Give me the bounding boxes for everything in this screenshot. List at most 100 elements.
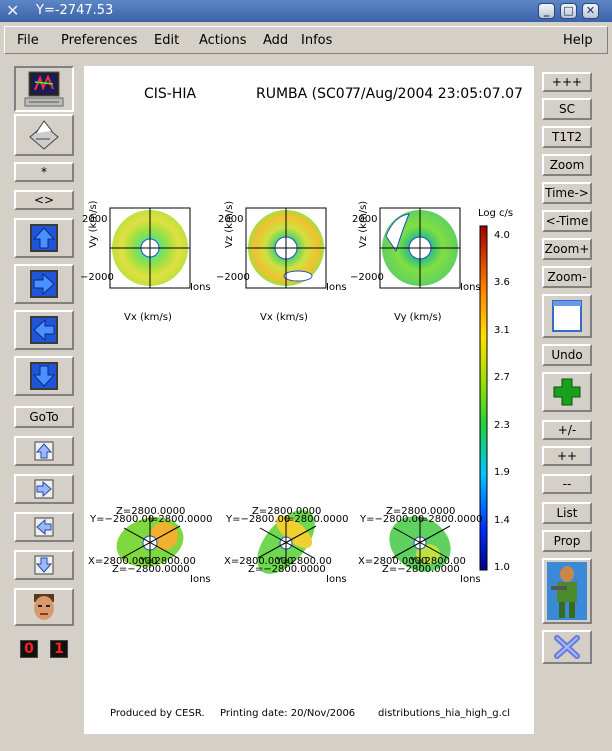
character-button[interactable]	[542, 558, 592, 624]
top-panel-1	[109, 207, 191, 289]
digit-zero-label: 0	[24, 641, 34, 657]
mode-label: RUMBA (SC07	[256, 86, 354, 102]
list-button[interactable]: List	[542, 502, 592, 524]
species-label: Ions	[460, 282, 481, 293]
producer-label: Produced by CESR.	[110, 708, 205, 719]
ylabel: Vy (km/s)	[88, 200, 99, 248]
y-right-label: =2800.0000	[420, 514, 483, 525]
face-icon	[34, 594, 54, 620]
goto-button[interactable]: GoTo	[14, 406, 74, 428]
computer-button[interactable]	[14, 66, 74, 112]
time-forward-button[interactable]: Time->	[542, 182, 592, 204]
top-panel-3	[379, 207, 461, 289]
menu-add[interactable]: Add	[263, 33, 288, 48]
window-icon	[552, 300, 582, 332]
menu-file[interactable]: File	[17, 33, 39, 48]
ylabel: Vz (km/s)	[358, 200, 369, 248]
green-plus-icon	[553, 378, 581, 406]
add-button[interactable]	[542, 372, 592, 412]
y-mid-label: Y=−2800.00	[226, 514, 291, 525]
arrow-left-button[interactable]	[14, 310, 74, 350]
zoom-out-button[interactable]: Zoom-	[542, 266, 592, 288]
title-bar: ✕ Y=-2747.53 _ □ ✕	[0, 0, 612, 22]
menu-help[interactable]: Help	[563, 33, 593, 48]
diamond-button[interactable]: <>	[14, 190, 74, 210]
colorbar-tick: 2.3	[494, 420, 510, 431]
t1t2-button[interactable]: T1T2	[542, 126, 592, 148]
menu-actions[interactable]: Actions	[199, 33, 247, 48]
species-label: Ions	[190, 574, 211, 585]
window-button[interactable]	[542, 294, 592, 338]
app-x-icon[interactable]: ✕	[6, 1, 19, 20]
digit-one-icon[interactable]: 1	[50, 640, 68, 658]
species-label: Ions	[326, 282, 347, 293]
small-arrow-down-icon	[34, 555, 54, 575]
colorbar-tick: 3.6	[494, 277, 510, 288]
close-button[interactable]: ✕	[582, 3, 599, 19]
soldier-icon	[547, 562, 587, 620]
star-button[interactable]: *	[14, 162, 74, 182]
sc-button[interactable]: SC	[542, 98, 592, 120]
z-bottom-label: Z=−2800.0000	[248, 564, 326, 575]
z-bottom-label: Z=−2800.0000	[382, 564, 460, 575]
minus-minus-button[interactable]: --	[542, 474, 592, 494]
arrow-down-icon	[30, 362, 58, 390]
colorbar-tick: 4.0	[494, 230, 510, 241]
arrow-down-button[interactable]	[14, 356, 74, 396]
small-left-button[interactable]	[14, 512, 74, 542]
arrow-up-button[interactable]	[14, 218, 74, 258]
y-mid-label: Y=−2800.00	[360, 514, 425, 525]
menu-edit[interactable]: Edit	[154, 33, 179, 48]
plus3-button[interactable]: +++	[542, 72, 592, 92]
small-up-button[interactable]	[14, 436, 74, 466]
menu-infos[interactable]: Infos	[301, 33, 332, 48]
digit-one-label: 1	[54, 641, 64, 657]
face-button[interactable]	[14, 588, 74, 626]
datetime-label: 7/Aug/2004 23:05:07.07	[352, 86, 523, 102]
xlabel: Vy (km/s)	[394, 312, 442, 323]
y-mid-label: Y=−2800.00	[90, 514, 155, 525]
xlabel: Vx (km/s)	[260, 312, 308, 323]
instrument-label: CIS-HIA	[144, 86, 197, 102]
small-arrow-right-icon	[34, 479, 54, 499]
arrow-left-icon	[30, 316, 58, 344]
colorbar-label: Log c/s	[478, 208, 514, 219]
maximize-button[interactable]: □	[560, 3, 577, 19]
species-label: Ions	[190, 282, 211, 293]
colorbar-tick: 1.0	[494, 562, 510, 573]
species-label: Ions	[460, 574, 481, 585]
small-arrow-left-icon	[34, 517, 54, 537]
zoom-button[interactable]: Zoom	[542, 154, 592, 176]
close-app-button[interactable]	[542, 630, 592, 664]
print-date-label: Printing date: 20/Nov/2006	[220, 708, 356, 719]
prop-button[interactable]: Prop	[542, 530, 592, 552]
menu-preferences[interactable]: Preferences	[61, 33, 137, 48]
time-back-button[interactable]: <-Time	[542, 210, 592, 232]
computer-icon	[24, 71, 64, 107]
plus-plus-button[interactable]: ++	[542, 446, 592, 466]
colorbar-tick: 3.1	[494, 325, 510, 336]
small-right-button[interactable]	[14, 474, 74, 504]
y-right-label: =2800.0000	[150, 514, 213, 525]
print-button[interactable]	[14, 114, 74, 156]
plot-canvas[interactable]: CIS-HIA RUMBA (SC07 7/Aug/2004 23:05:07.…	[80, 66, 534, 734]
plus-minus-button[interactable]: +/-	[542, 420, 592, 440]
species-label: Ions	[326, 574, 347, 585]
digit-zero-icon[interactable]: 0	[20, 640, 38, 658]
colorbar-tick: 2.7	[494, 372, 510, 383]
minimize-button[interactable]: _	[538, 3, 555, 19]
undo-button[interactable]: Undo	[542, 344, 592, 366]
colorbar-tick: 1.4	[494, 515, 510, 526]
y-right-label: =2800.0000	[286, 514, 349, 525]
arrow-right-icon	[30, 270, 58, 298]
plot-svg	[109, 207, 488, 574]
arrow-right-button[interactable]	[14, 264, 74, 304]
blue-x-icon	[554, 635, 580, 659]
small-down-button[interactable]	[14, 550, 74, 580]
zoom-in-button[interactable]: Zoom+	[542, 238, 592, 260]
menu-bar: File Preferences Edit Actions Add Infos …	[4, 26, 608, 54]
file-label: distributions_hia_high_g.cl	[378, 708, 511, 719]
ytick-min: −2000	[80, 272, 114, 283]
printer-icon	[29, 120, 59, 150]
xlabel: Vx (km/s)	[124, 312, 172, 323]
